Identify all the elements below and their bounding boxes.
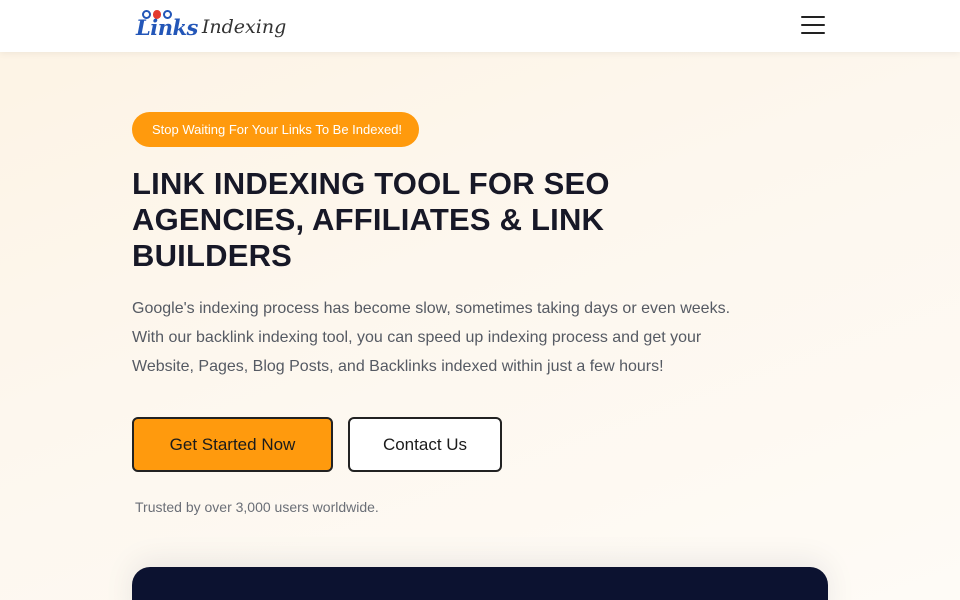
- site-logo[interactable]: Links Indexing: [136, 9, 287, 42]
- badge-text: Stop Waiting For Your Links To Be Indexe…: [152, 122, 403, 137]
- hero-description: Google's indexing process has become slo…: [132, 300, 731, 375]
- top-navbar: Links Indexing: [0, 0, 960, 52]
- trust-text: Trusted by over 3,000 users worldwide.: [135, 499, 379, 515]
- logo-text: Indexing: [201, 16, 287, 38]
- preview-panel: [132, 567, 828, 600]
- trust-note: Trusted by over 3,000 users worldwide.: [132, 497, 379, 517]
- logo-badge-icon: [142, 9, 173, 20]
- hero-title: LINK INDEXING TOOL FOR SEO AGENCIES, AFF…: [132, 166, 610, 273]
- contact-us-button[interactable]: Contact Us: [348, 417, 502, 472]
- hamburger-menu-icon[interactable]: [801, 14, 825, 36]
- logo-mark: Links: [136, 9, 198, 40]
- announcement-badge: Stop Waiting For Your Links To Be Indexe…: [132, 112, 420, 147]
- get-started-button[interactable]: Get Started Now: [132, 417, 333, 472]
